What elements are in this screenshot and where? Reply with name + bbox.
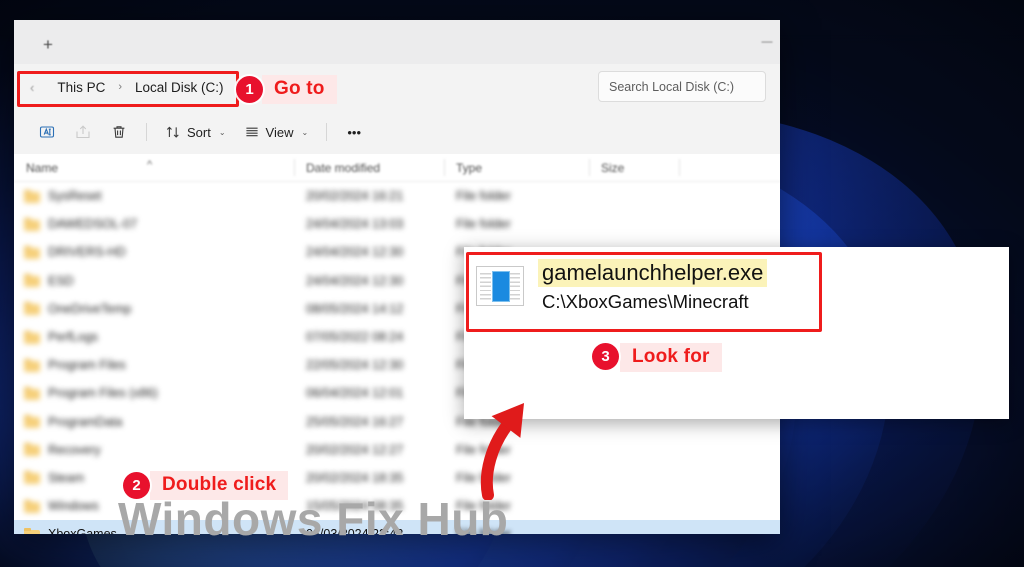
column-header-size[interactable]: Size	[589, 161, 679, 175]
folder-icon	[24, 358, 40, 372]
file-name-cell: SysReset	[14, 189, 294, 203]
column-divider[interactable]	[589, 159, 590, 176]
file-name-label: ESD	[48, 273, 74, 288]
delete-button[interactable]	[102, 116, 136, 148]
file-date-cell: 25/05/2024 16:27	[306, 414, 404, 429]
column-divider[interactable]	[444, 159, 445, 176]
file-date-cell: 24/04/2024 12:30	[306, 273, 404, 288]
file-name-cell: PerfLogs	[14, 330, 294, 344]
minimize-button[interactable]: —	[754, 20, 780, 64]
rename-button[interactable]	[30, 116, 64, 148]
view-button[interactable]: View ⌄	[236, 116, 317, 148]
file-date-cell: 24/04/2024 13:03	[306, 217, 404, 232]
file-name-cell: ProgramData	[14, 415, 294, 429]
file-date-cell: 08/05/2024 14:12	[306, 301, 404, 316]
column-header-type[interactable]: Type	[444, 161, 589, 175]
sort-icon	[165, 124, 181, 140]
command-bar: Sort ⌄ View ⌄ •••	[14, 110, 780, 154]
file-date-cell: 22/05/2024 12:30	[306, 358, 404, 373]
column-headers: Name ^ Date modified Type Size	[14, 154, 780, 182]
file-name-label: DRIVERS-HD	[48, 245, 126, 260]
watermark: Windows Fix Hub	[118, 493, 509, 545]
file-name-cell: ESD	[14, 274, 294, 288]
file-name-label: Steam	[48, 470, 85, 485]
file-name-label: Program Files (x86)	[48, 386, 158, 401]
pointer-arrow-icon	[480, 403, 525, 500]
folder-icon	[24, 189, 40, 203]
table-row[interactable]: DAWEDSOL-07 24/04/2024 13:03 File folder	[14, 210, 780, 238]
search-input[interactable]: Search Local Disk (C:)	[598, 71, 766, 102]
file-date-cell: 06/04/2024 12:01	[306, 386, 404, 401]
file-name-cell: Program Files (x86)	[14, 386, 294, 400]
sort-ascending-icon: ^	[147, 158, 153, 171]
folder-icon	[24, 415, 40, 429]
share-icon	[74, 123, 92, 141]
file-name-label: ProgramData	[48, 414, 123, 429]
ellipsis-icon: •••	[347, 124, 362, 140]
file-name-cell: Recovery	[14, 443, 294, 457]
file-name-cell: Program Files	[14, 358, 294, 372]
search-placeholder: Search Local Disk (C:)	[609, 79, 735, 94]
view-label: View	[265, 124, 294, 140]
file-date-cell: 20/02/2024 16:21	[306, 189, 404, 204]
toolbar-divider	[146, 123, 147, 141]
new-tab-button[interactable]: +	[32, 29, 64, 59]
file-date-cell: 07/05/2022 08:24	[306, 330, 404, 345]
highlight-box-breadcrumb	[17, 71, 239, 107]
file-name-cell: DRIVERS-HD	[14, 245, 294, 259]
file-name-label: DAWEDSOL-07	[48, 217, 138, 232]
file-date-cell: 20/02/2024 12:27	[306, 442, 404, 457]
file-name-label: Program Files	[48, 358, 126, 373]
file-name-label: OneDriveTemp	[48, 301, 132, 316]
step-badge-3: 3	[592, 343, 619, 370]
chevron-down-icon: ⌄	[218, 127, 226, 137]
toolbar-divider	[326, 123, 328, 141]
column-header-date-modified[interactable]: Date modified	[294, 161, 444, 175]
folder-icon	[24, 471, 40, 485]
file-name-cell: DAWEDSOL-07	[14, 217, 294, 231]
folder-icon	[24, 527, 40, 534]
table-row[interactable]: SysReset 20/02/2024 16:21 File folder	[14, 182, 780, 210]
column-divider[interactable]	[679, 159, 680, 176]
folder-icon	[24, 499, 40, 513]
file-type-cell: File folder	[456, 189, 511, 204]
folder-icon	[24, 330, 40, 344]
table-row[interactable]: Recovery 20/02/2024 12:27 File folder	[14, 436, 780, 464]
file-name-label: SysReset	[48, 189, 102, 204]
sort-button[interactable]: Sort ⌄	[157, 116, 234, 148]
sort-label: Sort	[187, 124, 211, 140]
highlight-box-popup	[466, 252, 822, 332]
folder-icon	[24, 302, 40, 316]
file-name-label: XboxGames	[48, 527, 117, 534]
callout-label-3: Look for	[620, 343, 722, 372]
folder-icon	[24, 274, 40, 288]
folder-icon	[24, 443, 40, 457]
view-icon	[244, 124, 260, 140]
folder-icon	[24, 386, 40, 400]
file-name-label: Windows	[48, 499, 99, 514]
rename-icon	[38, 123, 56, 141]
chevron-down-icon: ⌄	[301, 127, 309, 137]
column-header-name[interactable]: Name ^	[14, 158, 294, 175]
file-name-label: Recovery	[48, 442, 101, 457]
callout-label-1: Go to	[262, 75, 337, 104]
file-date-cell: 20/02/2024 18:35	[306, 470, 404, 485]
share-button[interactable]	[66, 116, 100, 148]
title-bar: + —	[14, 20, 780, 64]
folder-icon	[24, 245, 40, 259]
folder-icon	[24, 217, 40, 231]
file-date-cell: 24/04/2024 12:30	[306, 245, 404, 260]
trash-icon	[110, 123, 128, 141]
column-divider[interactable]	[294, 159, 295, 176]
window-controls: —	[754, 20, 780, 64]
file-type-cell: File folder	[456, 217, 511, 232]
file-name-label: PerfLogs	[48, 330, 99, 345]
more-options-button[interactable]: •••	[337, 116, 371, 148]
step-badge-1: 1	[236, 76, 263, 103]
file-name-cell: OneDriveTemp	[14, 302, 294, 316]
